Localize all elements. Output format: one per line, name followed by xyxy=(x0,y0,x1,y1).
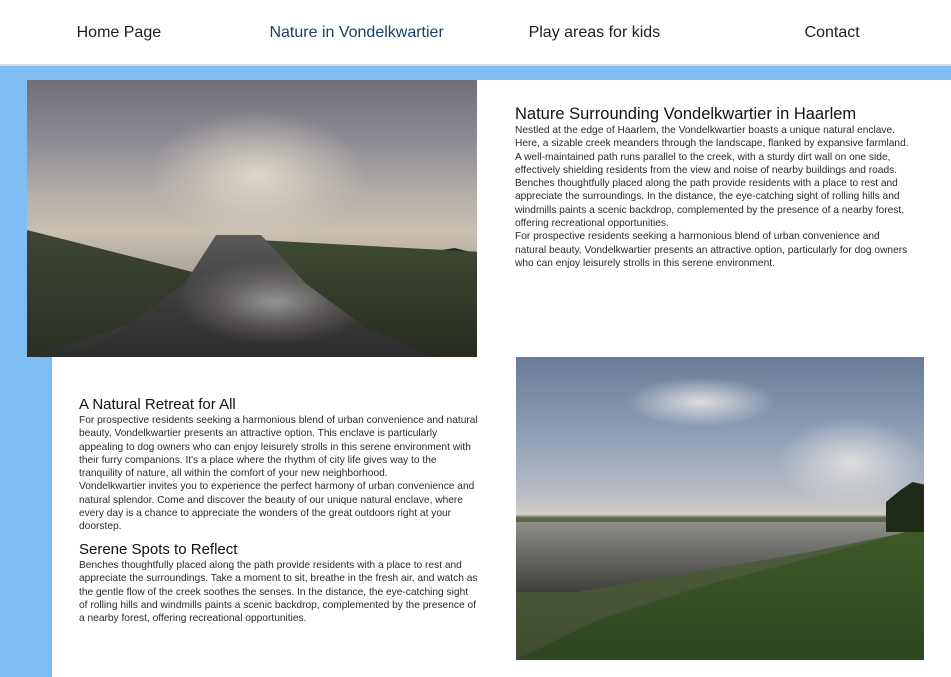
top-navigation: Home Page Nature in Vondelkwartier Play … xyxy=(0,0,951,66)
nav-item-nature[interactable]: Nature in Vondelkwartier xyxy=(238,0,476,66)
section-paragraph: Nestled at the edge of Haarlem, the Vond… xyxy=(515,125,909,230)
creek-sunset-photo xyxy=(27,80,477,357)
section-heading: A Natural Retreat for All xyxy=(79,396,236,413)
nav-item-home[interactable]: Home Page xyxy=(0,0,238,66)
photo-sky-glow xyxy=(147,110,367,240)
section-paragraph: For prospective residents seeking a harm… xyxy=(515,231,908,269)
section-natural-retreat: A Natural Retreat for All For prospectiv… xyxy=(79,395,479,534)
section-paragraph: Benches thoughtfully placed along the pa… xyxy=(79,560,478,625)
section-heading: Serene Spots to Reflect xyxy=(79,541,238,558)
nav-item-play-areas[interactable]: Play areas for kids xyxy=(476,0,714,66)
accent-band-top xyxy=(0,66,951,80)
section-nature-surrounding: Nature Surrounding Vondelkwartier in Haa… xyxy=(515,104,910,270)
section-paragraph: Vondelkwartier invites you to experience… xyxy=(79,481,475,533)
section-paragraph: For prospective residents seeking a harm… xyxy=(79,415,478,480)
section-serene-spots: Serene Spots to Reflect Benches thoughtf… xyxy=(79,540,479,625)
photo-cloud xyxy=(626,377,776,427)
nav-item-contact[interactable]: Contact xyxy=(713,0,951,66)
creek-meadow-photo xyxy=(516,357,924,660)
section-heading: Nature Surrounding Vondelkwartier in Haa… xyxy=(515,105,857,123)
